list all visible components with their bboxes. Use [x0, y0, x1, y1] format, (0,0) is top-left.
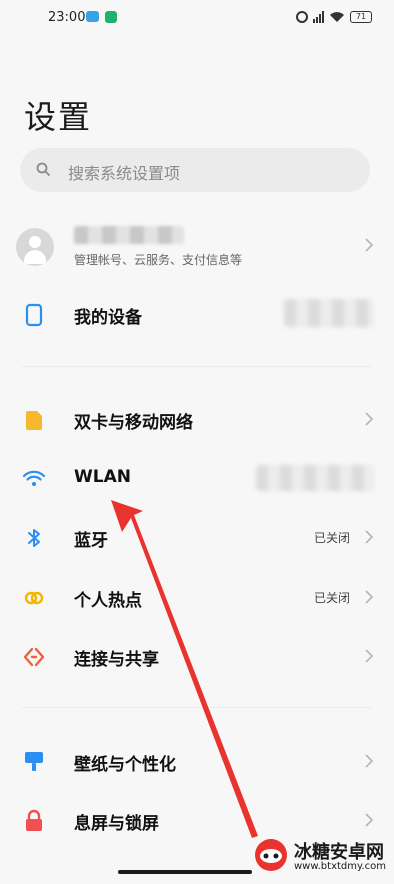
account-subtitle: 管理帐号、云服务、支付信息等: [74, 253, 243, 267]
row-connect-share[interactable]: 连接与共享: [0, 629, 394, 685]
chevron-right-icon: [365, 590, 374, 604]
battery-icon: 71: [350, 11, 372, 23]
account-name-redacted: [74, 226, 184, 244]
wifi-icon: [22, 470, 46, 486]
row-sim-mobile-network[interactable]: 双卡与移动网络: [0, 392, 394, 448]
chevron-right-icon: [365, 530, 374, 544]
device-value-redacted: [284, 299, 374, 327]
wifi-status-icon: [330, 12, 344, 22]
cloud-icon: [86, 11, 99, 22]
home-indicator[interactable]: [118, 870, 252, 874]
brush-icon: [25, 752, 43, 771]
search-input[interactable]: 搜索系统设置项: [20, 148, 370, 192]
wlan-value-redacted: [256, 465, 374, 491]
chevron-right-icon: [365, 649, 374, 663]
status-bar: 23:00 71: [0, 0, 394, 36]
alarm-icon: [296, 11, 308, 23]
status-time: 23:00: [48, 10, 86, 25]
page-title: 设置: [24, 98, 93, 136]
chevron-right-icon: [365, 412, 374, 426]
share-icon: [23, 647, 45, 667]
row-label: 连接与共享: [74, 650, 159, 670]
sim-card-icon: [26, 411, 42, 430]
hotspot-icon: [24, 591, 44, 605]
signal-icon: [313, 11, 324, 23]
watermark: 冰糖安卓网 www.btxtdmy.com: [254, 836, 386, 876]
row-label: 我的设备: [74, 308, 142, 328]
lock-icon: [26, 809, 42, 831]
row-status: 已关闭: [313, 531, 350, 545]
row-label: 息屏与锁屏: [74, 814, 159, 834]
shield-icon: [105, 11, 117, 23]
chevron-right-icon: [365, 238, 374, 252]
row-label: 个人热点: [74, 591, 142, 611]
watermark-logo-icon: [255, 839, 287, 871]
divider: [22, 707, 372, 708]
chevron-right-icon: [365, 813, 374, 827]
account-row[interactable]: 管理帐号、云服务、支付信息等: [0, 218, 394, 274]
row-status: 已关闭: [313, 591, 350, 605]
row-wallpaper-personalization[interactable]: 壁纸与个性化: [0, 734, 394, 790]
row-my-device[interactable]: 我的设备: [0, 287, 394, 343]
row-label: 双卡与移动网络: [74, 413, 193, 433]
row-label: 蓝牙: [74, 531, 108, 551]
row-label: WLAN: [74, 467, 131, 487]
search-icon: [36, 162, 50, 176]
avatar: [16, 228, 54, 266]
bluetooth-icon: [28, 529, 40, 547]
row-bluetooth[interactable]: 蓝牙 已关闭: [0, 510, 394, 566]
row-label: 壁纸与个性化: [74, 755, 176, 775]
phone-icon: [25, 303, 43, 327]
watermark-url: www.btxtdmy.com: [294, 861, 387, 872]
row-wlan[interactable]: WLAN: [0, 451, 394, 507]
chevron-right-icon: [365, 754, 374, 768]
row-personal-hotspot[interactable]: 个人热点 已关闭: [0, 570, 394, 626]
search-placeholder: 搜索系统设置项: [68, 164, 181, 183]
divider: [22, 366, 372, 367]
